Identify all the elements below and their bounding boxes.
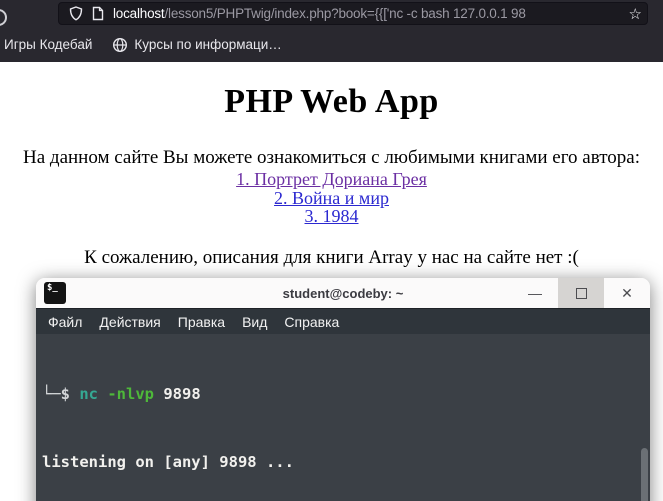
close-button[interactable]: ✕ <box>604 278 650 308</box>
bookmarks-bar: Игры Кодебай Курсы по информаци… <box>0 27 663 62</box>
minimize-button[interactable]: — <box>512 278 558 308</box>
terminal-line: listening on [any] 9898 ... <box>42 452 294 471</box>
menu-file[interactable]: Файл <box>48 314 82 330</box>
page-info-icon[interactable] <box>92 6 104 21</box>
bookmark-item-courses[interactable]: Курсы по информаци… <box>102 27 291 62</box>
book-link-dorian-gray[interactable]: 1. Портрет Дориана Грея <box>0 170 663 189</box>
terminal-window: $_ student@codeby: ~ — ✕ Файл Действия П… <box>36 278 650 501</box>
book-link-war-and-peace[interactable]: 2. Война и мир <box>0 188 663 208</box>
partial-extension-icon[interactable] <box>0 9 7 26</box>
command-nc: nc <box>79 385 98 403</box>
menu-help[interactable]: Справка <box>284 314 339 330</box>
maximize-button[interactable] <box>558 278 604 308</box>
url-text: localhost/lesson5/PHPTwig/index.php?book… <box>113 6 647 21</box>
terminal-line: └─$ nc -nlvp 9898 <box>42 383 636 406</box>
url-host: localhost <box>113 6 165 21</box>
terminal-scrollbar[interactable] <box>641 448 648 501</box>
book-links: 1. Портрет Дориана Грея 2. Война и мир 3… <box>0 170 663 226</box>
terminal-output[interactable]: └─$ nc -nlvp 9898 listening on [any] 989… <box>36 334 650 501</box>
terminal-menubar: Файл Действия Правка Вид Справка <box>36 308 650 334</box>
bookmark-label: Игры Кодебай <box>4 37 93 52</box>
intro-text: На данном сайте Вы можете ознакомиться с… <box>23 147 640 168</box>
command-options: -nlvp <box>98 385 154 403</box>
bookmark-label: Курсы по информаци… <box>134 37 282 52</box>
screen: localhost/lesson5/PHPTwig/index.php?book… <box>0 0 663 501</box>
menu-view[interactable]: Вид <box>242 314 267 330</box>
globe-icon <box>113 37 128 52</box>
menu-edit[interactable]: Правка <box>178 314 225 330</box>
shell-prompt: └─$ <box>42 385 80 403</box>
browser-toolbar: localhost/lesson5/PHPTwig/index.php?book… <box>0 0 663 27</box>
maximize-icon <box>575 287 587 299</box>
url-fade-overlay <box>581 3 621 24</box>
address-bar[interactable]: localhost/lesson5/PHPTwig/index.php?book… <box>58 2 648 25</box>
page-title: PHP Web App <box>224 83 439 120</box>
bookmark-star-icon[interactable]: ☆ <box>629 4 642 24</box>
minimize-icon: — <box>528 285 542 301</box>
bookmark-item-games[interactable]: Игры Кодебай <box>0 27 102 62</box>
url-path: /lesson5/PHPTwig/index.php?book={{['nc -… <box>164 6 526 21</box>
not-found-message: К сожалению, описания для книги Array у … <box>84 246 579 268</box>
terminal-app-icon: $_ <box>44 282 66 304</box>
window-controls: — ✕ <box>512 278 650 308</box>
terminal-logo-glyph: $_ <box>47 283 58 293</box>
webpage-content: PHP Web App На данном сайте Вы можете оз… <box>0 83 663 269</box>
book-link-1984[interactable]: 3. 1984 <box>0 207 663 226</box>
menu-actions[interactable]: Действия <box>99 314 160 330</box>
shield-icon[interactable] <box>69 6 83 21</box>
terminal-titlebar[interactable]: $_ student@codeby: ~ — ✕ <box>36 278 650 308</box>
command-port: 9898 <box>154 385 201 403</box>
close-icon: ✕ <box>621 284 633 301</box>
